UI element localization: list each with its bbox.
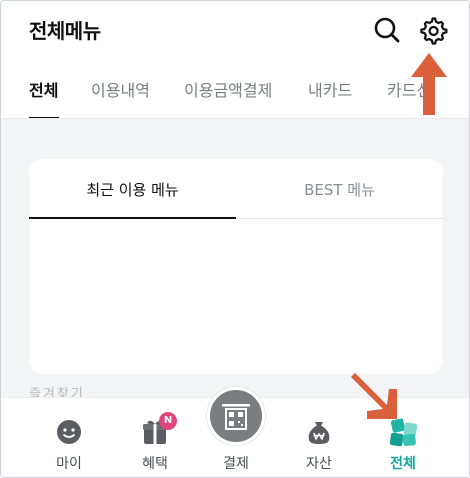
tab-best-menu[interactable]: BEST 메뉴 xyxy=(236,179,443,200)
nav-label-benefits: 혜택 xyxy=(142,456,168,472)
tab-all[interactable]: 전체 xyxy=(29,77,58,101)
money-bag-icon xyxy=(308,422,330,444)
nav-label-pay: 결제 xyxy=(223,456,249,472)
arrow-down-right-annotation-icon xyxy=(351,373,397,419)
card-tab-divider xyxy=(236,218,443,219)
card-tab-indicator xyxy=(29,217,236,219)
tab-recent-menu[interactable]: 최근 이용 메뉴 xyxy=(29,179,236,200)
search-icon[interactable] xyxy=(373,16,401,44)
page-title: 전체메뉴 xyxy=(29,19,101,43)
arrow-up-annotation-icon xyxy=(411,53,447,115)
recent-menu-card: 최근 이용 메뉴 BEST 메뉴 xyxy=(29,159,443,374)
nav-label-my: 마이 xyxy=(56,456,82,472)
category-tabs: 전체 이용내역 이용금액결제 내카드 카드신 xyxy=(1,71,469,120)
nav-label-all: 전체 xyxy=(390,456,416,472)
nav-benefits[interactable]: N 혜택 xyxy=(115,398,195,477)
face-icon xyxy=(57,420,81,444)
header: 전체메뉴 전체 이용내역 이용금액결제 내카드 카드신 xyxy=(1,1,469,120)
gear-icon[interactable] xyxy=(418,15,448,45)
qr-pay-icon xyxy=(222,404,250,430)
tab-payment[interactable]: 이용금액결제 xyxy=(184,77,272,101)
pay-button[interactable] xyxy=(207,387,265,445)
nav-my[interactable]: 마이 xyxy=(29,398,109,477)
new-badge: N xyxy=(159,412,177,430)
tab-my-card[interactable]: 내카드 xyxy=(308,77,352,101)
main-content: 최근 이용 메뉴 BEST 메뉴 즐겨찾기 xyxy=(1,119,469,402)
nav-assets[interactable]: 자산 xyxy=(279,398,359,477)
nav-label-assets: 자산 xyxy=(306,456,332,472)
app-frame: 전체메뉴 전체 이용내역 이용금액결제 내카드 카드신 최근 이용 메뉴 BES… xyxy=(0,0,470,478)
tab-usage-history[interactable]: 이용내역 xyxy=(91,77,150,101)
